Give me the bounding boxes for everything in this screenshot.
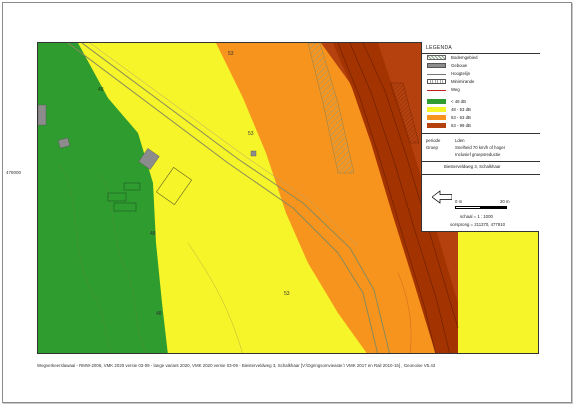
info-periode-key: periode <box>426 138 441 143</box>
legend-item-gebouw: Gebouw <box>427 62 467 69</box>
north-coordinate-label: 478000 <box>6 170 22 175</box>
legend-item-48-53: 48 - 53 dB <box>427 106 471 113</box>
scale-text: schaal = 1 : 1000 <box>460 214 493 219</box>
contour-line-swatch-icon <box>427 72 446 75</box>
road-swatch-icon <box>427 88 446 91</box>
color-swatch-icon <box>427 115 446 120</box>
hatch-swatch-icon <box>427 55 446 60</box>
contour-label: 48 <box>156 311 162 317</box>
info-groep-key: Groep <box>426 145 438 150</box>
color-swatch-icon <box>427 123 446 128</box>
legend-item-bodemgebied: Bodemgebied <box>427 54 478 61</box>
map-footer-caption: Wegverkeerslawaai - RMW-2006, VMK 2020 v… <box>37 363 436 368</box>
scale-bar <box>455 206 507 209</box>
origin-text: oorsprong = 211370, 477910 <box>450 222 505 227</box>
contour-label: 48 <box>98 87 104 93</box>
legend-separator <box>422 174 540 175</box>
scale-end-label: 20 m <box>500 199 510 204</box>
legend-separator <box>422 161 540 162</box>
scale-start-label: 0 m <box>455 199 463 204</box>
building <box>38 104 47 126</box>
info-periode-value: Lden <box>455 138 465 143</box>
info-reductie-value: Inclusief groepsreductie <box>455 152 501 157</box>
barrier-swatch-icon <box>427 79 446 84</box>
building-swatch-icon <box>427 63 446 68</box>
legend-title: LEGENDA <box>426 45 452 51</box>
legend-item-53-63: 53 - 63 dB <box>427 114 471 121</box>
building <box>250 150 257 157</box>
legend-item-lt48: < 48 dB <box>427 98 466 105</box>
legend-item-hoogtelijn: Hoogtelijn <box>427 70 470 77</box>
info-groep-value: Snelheid 70 km/h of hoger <box>455 145 506 150</box>
color-swatch-icon <box>427 99 446 104</box>
legend-separator <box>422 133 540 134</box>
contour-label: 48 <box>150 231 156 237</box>
color-swatch-icon <box>427 107 446 112</box>
legend-item-minimirande: Minimirande <box>427 78 474 85</box>
north-arrow-icon <box>432 190 452 204</box>
location-text: Biesterveldweg 3, Schalkhaar <box>444 164 501 169</box>
contour-label: 53 <box>228 51 234 57</box>
legend-panel: LEGENDA Bodemgebied Gebouw Hoogtelijn Mi… <box>421 42 540 232</box>
legend-item-63-99: 63 - 99 dB <box>427 122 471 129</box>
contour-label: 53 <box>284 291 290 297</box>
legend-item-weg: Weg <box>427 86 460 93</box>
contour-label: 53 <box>248 131 254 137</box>
